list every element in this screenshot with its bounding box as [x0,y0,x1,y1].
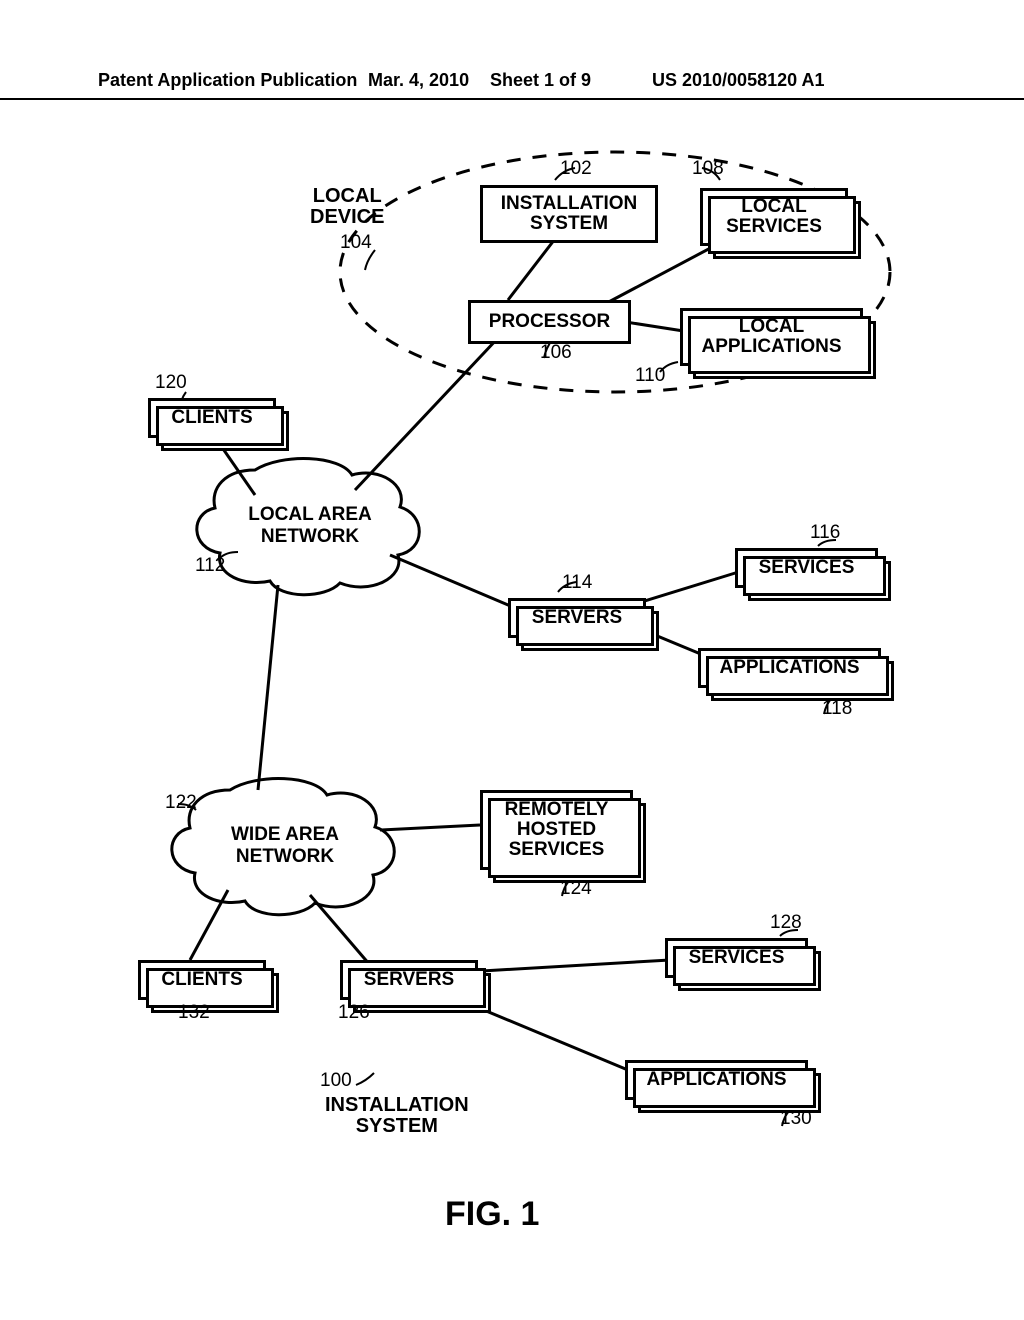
ref-114: 114 [562,572,592,594]
box-clients-top: CLIENTS [148,398,276,438]
patent-page: Patent Application Publication Mar. 4, 2… [0,0,1024,1320]
ref-130: 130 [780,1108,812,1130]
ref-116: 116 [810,522,840,544]
ref-132: 132 [178,1002,210,1024]
lan-cloud: LOCAL AREA NETWORK [197,459,419,595]
ref-108: 108 [692,158,724,180]
ref-122: 122 [165,792,197,814]
svg-text:NETWORK: NETWORK [236,846,334,867]
ref-110: 110 [635,365,665,387]
ref-106: 106 [540,342,572,364]
box-remotely-hosted: REMOTELY HOSTED SERVICES [480,790,633,870]
box-servers-mid: SERVERS [508,598,646,638]
box-local-applications: LOCAL APPLICATIONS [680,308,863,366]
svg-text:NETWORK: NETWORK [261,526,359,547]
label-installation-system: INSTALLATION SYSTEM [325,1095,469,1137]
box-services-mid: SERVICES [735,548,878,588]
ref-124: 124 [560,878,592,900]
ref-112: 112 [195,555,225,577]
box-applications-mid: APPLICATIONS [698,648,881,688]
ref-102: 102 [560,158,592,180]
box-clients-bot: CLIENTS [138,960,266,1000]
box-services-bot: SERVICES [665,938,808,978]
box-local-services: LOCAL SERVICES [700,188,848,246]
box-installation-system: INSTALLATION SYSTEM [480,185,658,243]
ref-126: 126 [338,1002,370,1024]
box-servers-bot: SERVERS [340,960,478,1000]
box-applications-bot: APPLICATIONS [625,1060,808,1100]
ref-100: 100 [320,1070,352,1092]
label-local-device: LOCAL DEVICE [310,186,384,228]
box-processor: PROCESSOR [468,300,631,344]
svg-text:WIDE AREA: WIDE AREA [231,824,339,845]
ref-120: 120 [155,372,187,394]
ref-118: 118 [822,698,852,720]
svg-text:LOCAL AREA: LOCAL AREA [248,504,372,525]
wan-cloud: WIDE AREA NETWORK [172,779,394,915]
ref-104: 104 [340,232,372,254]
ref-128: 128 [770,912,802,934]
